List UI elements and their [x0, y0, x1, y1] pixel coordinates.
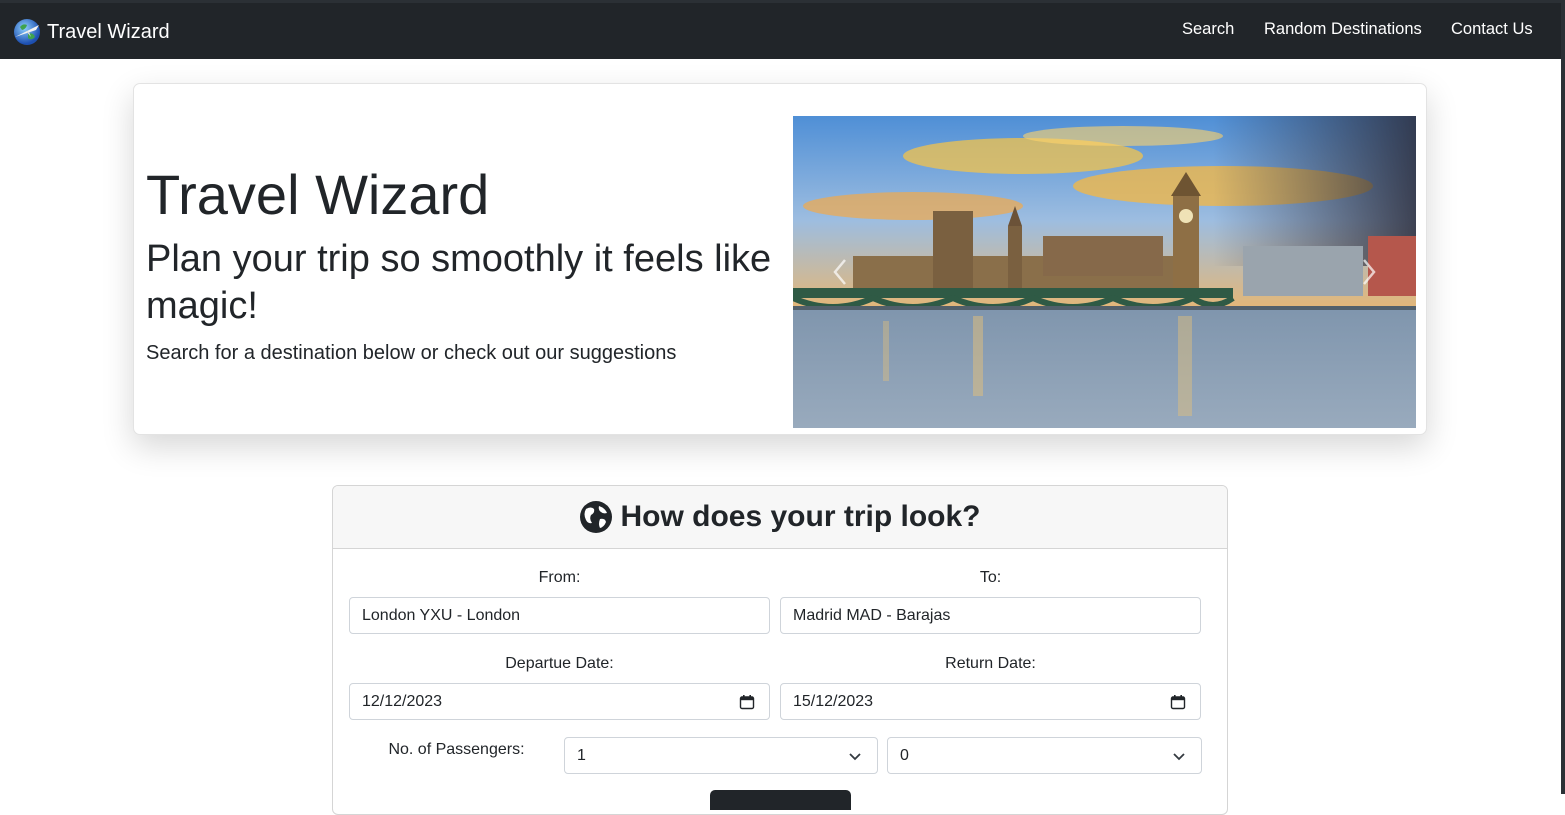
from-input[interactable]: London YXU - London: [349, 597, 770, 634]
hero-title: Travel Wizard: [146, 163, 490, 226]
from-label: From:: [538, 569, 581, 586]
nav-link-search[interactable]: Search: [1182, 20, 1234, 39]
return-date-label: Return Date:: [945, 655, 1036, 672]
hero-lead-text: Search for a destination below or check …: [146, 342, 677, 364]
search-submit-button[interactable]: [710, 790, 851, 810]
return-date-input[interactable]: 15/12/2023: [780, 683, 1201, 720]
brand-name: Travel Wizard: [47, 20, 170, 43]
hero-card: Travel Wizard Plan your trip so smoothly…: [133, 83, 1427, 435]
window-right-border: [1561, 3, 1565, 794]
chevron-down-icon: [1173, 753, 1185, 761]
globe-icon: [580, 501, 613, 533]
to-label: To:: [979, 569, 1002, 586]
passengers-select-primary[interactable]: 1: [564, 737, 878, 774]
to-input-value: Madrid MAD - Barajas: [793, 607, 951, 624]
to-input[interactable]: Madrid MAD - Barajas: [780, 597, 1201, 634]
chevron-left-icon[interactable]: [825, 252, 855, 292]
brand-link[interactable]: Travel Wizard: [12, 17, 170, 47]
chevron-down-icon: [849, 753, 861, 761]
passengers-secondary-value: 0: [900, 747, 909, 764]
from-input-value: London YXU - London: [362, 607, 521, 624]
hero-subtitle: Plan your trip so smoothly it feels like…: [146, 238, 772, 327]
trip-search-card: How does your trip look? From: To: Londo…: [332, 485, 1228, 815]
departure-date-value: 12/12/2023: [362, 693, 443, 710]
carousel-image-london: [793, 116, 1416, 428]
calendar-icon[interactable]: [1170, 694, 1186, 710]
departure-date-input[interactable]: 12/12/2023: [349, 683, 770, 720]
destination-carousel[interactable]: [793, 116, 1416, 428]
earth-airplane-icon: [14, 19, 40, 45]
navbar: Travel Wizard Search Random Destinations…: [0, 3, 1561, 59]
calendar-icon[interactable]: [739, 694, 755, 710]
passengers-select-secondary[interactable]: 0: [887, 737, 1202, 774]
nav-link-random-destinations[interactable]: Random Destinations: [1264, 20, 1422, 39]
passengers-label: No. of Passengers:: [388, 741, 525, 758]
return-date-value: 15/12/2023: [793, 693, 874, 710]
nav-link-contact-us[interactable]: Contact Us: [1451, 20, 1533, 39]
departure-date-label: Departue Date:: [505, 655, 614, 672]
passengers-primary-value: 1: [577, 747, 586, 764]
trip-search-heading: How does your trip look?: [620, 500, 981, 533]
chevron-right-icon[interactable]: [1354, 252, 1384, 292]
trip-search-header: How does your trip look?: [333, 486, 1227, 549]
